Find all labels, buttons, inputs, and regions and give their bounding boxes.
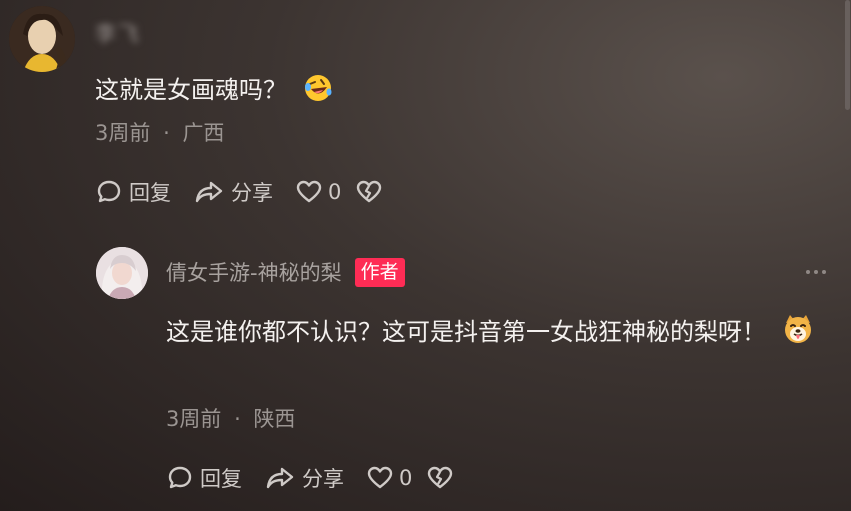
author-badge: 作者: [354, 257, 405, 287]
comment-text: 这就是女画魂吗？: [95, 70, 333, 109]
comment-meta: 3周前 · 广西: [95, 117, 224, 147]
comment-time: 3周前: [95, 121, 151, 145]
speech-bubble-icon: [97, 180, 121, 203]
broken-heart-icon: [428, 466, 453, 489]
reply-avatar[interactable]: [96, 247, 148, 299]
dislike-button[interactable]: [355, 179, 389, 205]
reply-actions: 回复 分享 0: [166, 463, 482, 493]
comment-actions: 回复 分享 0: [95, 177, 411, 207]
reply-time: 3周前: [166, 407, 222, 431]
rolling-on-floor-laughing-icon: [303, 73, 333, 109]
speech-bubble-icon: [168, 466, 192, 489]
dislike-button[interactable]: [426, 465, 460, 491]
heart-icon: [367, 466, 393, 489]
heart-icon: [296, 180, 322, 203]
reply-username[interactable]: 倩女手游-神秘的梨: [166, 257, 342, 287]
more-dot-icon: [822, 270, 826, 274]
more-dot-icon: [814, 270, 818, 274]
reply-header: 倩女手游-神秘的梨 作者: [166, 257, 405, 287]
like-button[interactable]: 0: [366, 465, 412, 491]
more-dot-icon: [806, 270, 810, 274]
share-arrow-icon: [195, 181, 223, 203]
like-button[interactable]: 0: [295, 179, 341, 205]
scrollbar[interactable]: [845, 0, 850, 110]
like-count: 0: [399, 466, 413, 490]
reply-meta: 3周前 · 陕西: [166, 403, 295, 433]
share-arrow-icon: [266, 467, 294, 489]
comment-location: 广西: [182, 121, 225, 145]
broken-heart-icon: [357, 180, 382, 203]
reply-button[interactable]: 回复: [95, 177, 171, 207]
share-button[interactable]: 分享: [264, 463, 344, 493]
share-button[interactable]: 分享: [193, 177, 273, 207]
like-count: 0: [328, 180, 342, 204]
reply-button[interactable]: 回复: [166, 463, 242, 493]
reply-location: 陕西: [253, 407, 296, 431]
reply-text: 这是谁你都不认识？这可是抖音第一女战狂神秘的梨呀！: [166, 310, 816, 359]
dog-face-tongue-icon: [782, 313, 814, 359]
meta-separator: ·: [234, 407, 241, 431]
meta-separator: ·: [163, 121, 170, 145]
comment-username[interactable]: 李飞: [95, 18, 141, 48]
avatar[interactable]: [9, 6, 75, 72]
more-options-button[interactable]: [806, 270, 826, 274]
